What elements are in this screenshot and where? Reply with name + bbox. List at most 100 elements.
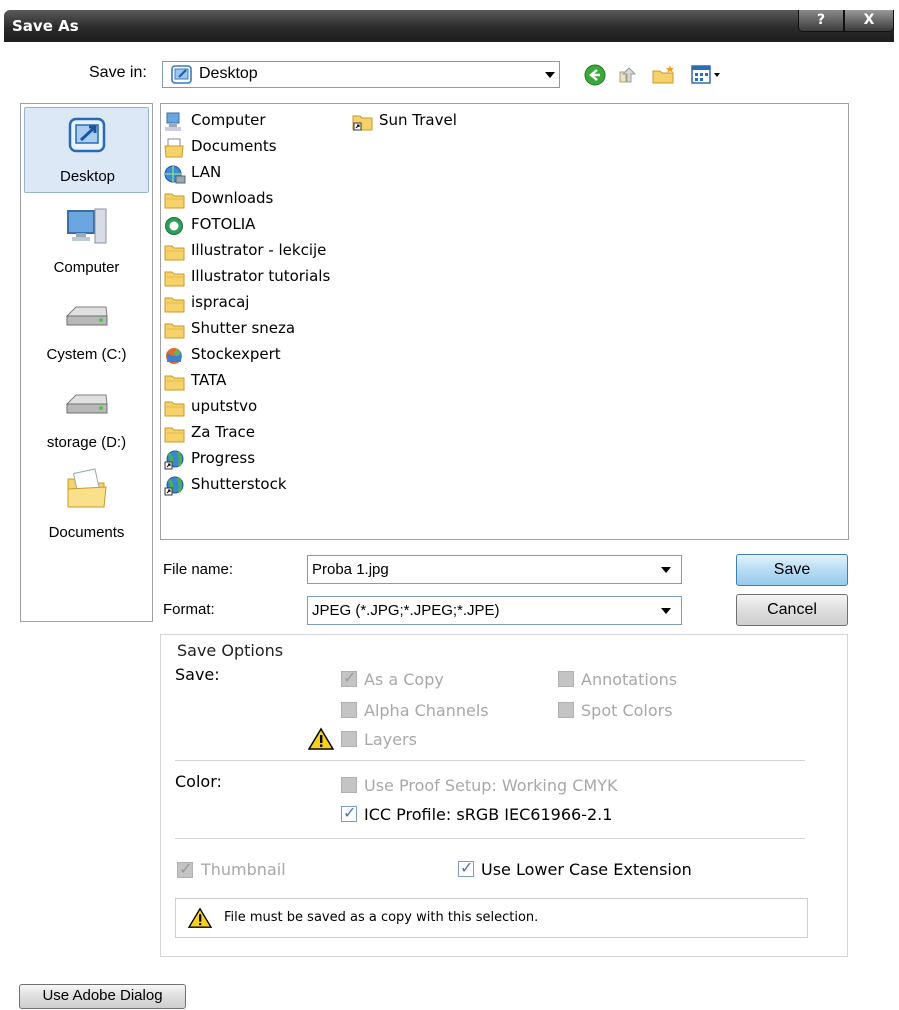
as-a-copy-label: As a Copy — [364, 670, 444, 689]
icc-profile-label: ICC Profile: sRGB IEC61966-2.1 — [364, 805, 613, 824]
file-name: Sun Travel — [379, 111, 457, 129]
chevron-down-icon[interactable] — [661, 566, 671, 573]
place-drive-c[interactable]: Cystem (C:) — [24, 294, 149, 374]
save-label: Save: — [175, 665, 220, 684]
file-name-label: File name: — [163, 561, 234, 578]
warning-message: File must be saved as a copy with this s… — [224, 910, 539, 925]
place-documents[interactable]: Documents — [24, 464, 149, 544]
chevron-down-icon[interactable] — [545, 71, 555, 78]
help-button[interactable]: ? — [798, 10, 844, 32]
place-label: Computer — [53, 259, 120, 276]
icc-profile-checkbox[interactable]: ✓ — [341, 803, 357, 822]
as-a-copy-checkbox[interactable]: ✓ — [341, 668, 357, 687]
file-list[interactable]: Computer Documents LAN Downloads FOTOLIA… — [160, 103, 849, 540]
folder-icon — [164, 323, 185, 339]
file-name-field[interactable]: Proba 1.jpg — [307, 555, 682, 584]
spot-colors-label: Spot Colors — [581, 701, 673, 720]
annotations-checkbox[interactable] — [558, 671, 574, 687]
desktop-icon — [68, 117, 106, 153]
spot-colors-checkbox[interactable] — [558, 702, 574, 718]
color-label: Color: — [175, 772, 222, 791]
place-label: Cystem (C:) — [46, 346, 127, 363]
use-proof-setup-label: Use Proof Setup: Working CMYK — [364, 776, 618, 795]
place-label: Documents — [48, 524, 125, 541]
computer-icon — [67, 208, 107, 244]
file-name: FOTOLIA — [191, 215, 256, 233]
folder-icon — [164, 193, 185, 209]
annotations-label: Annotations — [581, 670, 678, 689]
file-name: Za Trace — [191, 423, 256, 441]
place-computer[interactable]: Computer — [24, 199, 149, 285]
file-name: Shutterstock — [191, 475, 287, 493]
save-button[interactable]: Save — [736, 554, 848, 586]
file-name: Progress — [191, 449, 256, 467]
warning-message-box: File must be saved as a copy with this s… — [175, 898, 808, 938]
save-in-dropdown[interactable]: Desktop — [162, 61, 560, 88]
shortcut-folder-icon — [352, 115, 373, 131]
close-button[interactable]: X — [844, 10, 894, 32]
chevron-down-icon[interactable] — [661, 607, 671, 614]
file-name: Computer — [191, 111, 266, 129]
back-icon[interactable] — [584, 64, 606, 91]
format-dropdown[interactable]: JPEG (*.JPG;*.JPEG;*.JPE) — [307, 596, 682, 625]
lower-case-extension-label: Use Lower Case Extension — [481, 860, 692, 879]
divider — [175, 838, 805, 839]
file-name: Illustrator - lekcije — [191, 241, 327, 259]
file-name: TATA — [191, 371, 227, 389]
save-in-label: Save in: — [89, 64, 147, 81]
divider — [175, 760, 805, 761]
app-shortcut-icon — [166, 348, 182, 364]
cancel-button[interactable]: Cancel — [736, 594, 848, 626]
layers-checkbox[interactable] — [341, 731, 357, 747]
file-name: uputstvo — [191, 397, 258, 415]
place-drive-d[interactable]: storage (D:) — [24, 384, 149, 464]
web-shortcut-icon — [165, 217, 183, 235]
lower-case-extension-checkbox[interactable]: ✓ — [458, 858, 474, 877]
use-proof-setup-checkbox[interactable] — [341, 777, 357, 793]
documents-folder-icon — [67, 468, 107, 508]
warning-icon — [308, 727, 334, 750]
use-adobe-dialog-button[interactable]: Use Adobe Dialog — [19, 984, 186, 1009]
view-menu-icon[interactable] — [691, 64, 727, 91]
thumbnail-checkbox[interactable]: ✓ — [177, 859, 193, 878]
folder-icon — [164, 271, 185, 287]
place-label: storage (D:) — [46, 434, 127, 451]
format-value: JPEG (*.JPG;*.JPEG;*.JPE) — [312, 602, 500, 619]
file-name: Stockexpert — [191, 345, 281, 363]
drive-icon — [65, 394, 108, 414]
file-name: Documents — [191, 137, 277, 155]
file-name: Downloads — [191, 189, 274, 207]
save-in-value: Desktop — [199, 65, 258, 82]
format-label: Format: — [163, 601, 215, 618]
desktop-icon — [171, 65, 193, 90]
alpha-channels-label: Alpha Channels — [364, 701, 489, 720]
file-name: LAN — [191, 163, 222, 181]
file-name: Illustrator tutorials — [191, 267, 331, 285]
file-name: ispracaj — [191, 293, 250, 311]
warning-icon — [188, 907, 212, 928]
place-desktop[interactable]: Desktop — [24, 107, 149, 193]
save-options-title: Save Options — [175, 641, 286, 660]
places-bar: Desktop Computer Cystem (C:) storage (D:… — [20, 103, 153, 622]
new-folder-icon[interactable] — [651, 64, 677, 91]
thumbnail-label: Thumbnail — [201, 860, 286, 879]
layers-label: Layers — [364, 730, 417, 749]
folder-icon — [164, 375, 185, 391]
folder-icon — [164, 245, 185, 261]
folder-icon — [164, 427, 185, 443]
place-label: Desktop — [59, 168, 116, 185]
title-bar[interactable]: Save As ? X — [4, 10, 894, 42]
up-folder-icon[interactable] — [617, 64, 639, 91]
folder-icon — [164, 401, 185, 417]
globe-shortcut-icon — [164, 450, 184, 470]
file-name-value[interactable]: Proba 1.jpg — [312, 561, 389, 578]
globe-shortcut-icon — [164, 476, 184, 496]
window-title: Save As — [12, 17, 79, 35]
folder-icon — [164, 297, 185, 313]
documents-icon — [164, 138, 184, 158]
alpha-channels-checkbox[interactable] — [341, 702, 357, 718]
computer-icon — [165, 112, 181, 131]
drive-icon — [65, 306, 108, 326]
network-icon — [164, 165, 186, 184]
file-name: Shutter sneza — [191, 319, 296, 337]
